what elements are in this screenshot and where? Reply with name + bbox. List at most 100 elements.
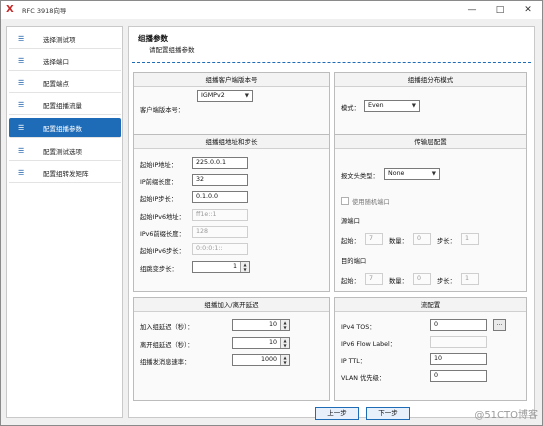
start-ip-label: 起始IP地址： xyxy=(140,162,178,169)
sidebar-item-label: 配置组播参数 xyxy=(43,124,82,133)
window-title: RFC 3918向导 xyxy=(22,7,67,15)
chevron-down-icon: ▼ xyxy=(431,171,436,177)
leave-delay-stepper[interactable]: 10 ▲ ▼ xyxy=(232,337,290,349)
prev-button[interactable]: 上一步 xyxy=(315,407,359,420)
list-icon: ☰ xyxy=(18,56,25,65)
increment-label: 组跳变步长： xyxy=(140,266,178,273)
minimize-icon[interactable]: — xyxy=(458,1,486,19)
list-icon: ☰ xyxy=(18,78,25,87)
random-port-label: 使用随机端口 xyxy=(352,199,390,206)
join-delay-stepper[interactable]: 10 ▲ ▼ xyxy=(232,319,290,331)
src-count-label: 数量： xyxy=(389,238,408,245)
ipv6-step-label: 起始IPv6步长： xyxy=(140,248,185,255)
panel-title: 组播组地址和步长 xyxy=(134,135,329,149)
close-icon[interactable]: ✕ xyxy=(514,1,542,19)
watermark: @51CTO博客 xyxy=(474,410,538,421)
list-icon: ☰ xyxy=(18,146,25,155)
src-start-label: 起始： xyxy=(341,238,360,245)
tos-edit-button[interactable]: ... xyxy=(493,319,506,331)
dst-start-label: 起始： xyxy=(341,278,360,285)
src-port-label: 源端口 xyxy=(341,218,360,225)
stream-config-panel: 流配置 IPv4 TOS： 0 ... IPv6 Flow Label： IP … xyxy=(334,297,527,401)
panel-title: 流配置 xyxy=(335,298,526,312)
ipv6-label: 起始IPv6地址： xyxy=(140,214,185,221)
dst-step-label: 步长： xyxy=(437,278,456,285)
flow-label-label: IPv6 Flow Label： xyxy=(341,341,397,348)
start-ip-input[interactable]: 225.0.0.1 xyxy=(192,157,248,169)
ttl-input[interactable]: 10 xyxy=(430,353,487,365)
header-type-select[interactable]: None ▼ xyxy=(384,168,440,180)
dst-port-label: 目的端口 xyxy=(341,258,367,265)
ttl-label: IP TTL： xyxy=(341,358,367,365)
sidebar-item-label: 配置测试选项 xyxy=(43,147,82,156)
src-step-input[interactable]: 1 xyxy=(461,233,479,245)
message-rate-label: 组播发消息速率： xyxy=(140,359,191,366)
message-rate-stepper[interactable]: 1000 ▲ ▼ xyxy=(232,354,290,366)
dst-count-input[interactable]: 0 xyxy=(413,273,431,285)
select-value: IGMPv2 xyxy=(201,92,225,99)
ipv6-prefix-input[interactable]: 128 xyxy=(192,226,248,238)
prefix-input[interactable]: 32 xyxy=(192,174,248,186)
sidebar-item-multicast-traffic[interactable]: ☰ 配置组播流量 xyxy=(9,95,121,115)
stepper-value: 1000 xyxy=(260,356,277,363)
mode-label: 模式： xyxy=(341,105,360,112)
spin-arrows-icon[interactable]: ▲ ▼ xyxy=(280,338,289,348)
sidebar-item-endpoints[interactable]: ☰ 配置端点 xyxy=(9,73,121,93)
src-start-input[interactable]: 7 xyxy=(365,233,383,245)
select-value: None xyxy=(388,170,405,177)
main-content: 组播参数 请配置组播参数 组播客户端版本号 IGMPv2 ▼ 客户端版本号： 组播… xyxy=(128,26,535,420)
sidebar-item-label: 配置组播流量 xyxy=(43,101,82,110)
next-button[interactable]: 下一步 xyxy=(366,407,410,420)
vlan-priority-input[interactable]: 0 xyxy=(430,370,487,382)
page-title: 组播参数 xyxy=(138,34,168,43)
leave-delay-label: 离开组延迟（秒）： xyxy=(140,342,194,349)
group-address-panel: 组播组地址和步长 起始IP地址： 225.0.0.1 IP前缀长度： 32 起始… xyxy=(133,134,330,292)
maximize-icon[interactable]: □ xyxy=(486,1,514,19)
random-port-checkbox[interactable] xyxy=(341,197,349,205)
sidebar-item-test-options[interactable]: ☰ 配置测试选项 xyxy=(9,141,121,161)
tos-label: IPv4 TOS： xyxy=(341,324,376,331)
spin-arrows-icon[interactable]: ▲ ▼ xyxy=(240,262,249,272)
sidebar-item-label: 选择端口 xyxy=(43,57,69,66)
ipv6-step-input[interactable]: 0:0:0:1:: xyxy=(192,243,248,255)
list-icon: ☰ xyxy=(18,123,25,132)
list-icon: ☰ xyxy=(18,100,25,109)
src-count-input[interactable]: 0 xyxy=(413,233,431,245)
tos-input[interactable]: 0 xyxy=(430,319,487,331)
panel-title: 组播客户端版本号 xyxy=(134,73,329,87)
ip-step-label: 起始IP步长： xyxy=(140,196,178,203)
list-icon: ☰ xyxy=(18,168,25,177)
flow-label-input[interactable] xyxy=(430,336,487,348)
client-version-select[interactable]: IGMPv2 ▼ xyxy=(197,90,253,102)
stepper-value: 1 xyxy=(232,263,237,270)
spin-arrows-icon[interactable]: ▲ ▼ xyxy=(280,355,289,365)
transport-panel: 传输层配置 报文头类型： None ▼ 使用随机端口 源端口 起始： 7 数量： … xyxy=(334,134,527,292)
stepper-value: 10 xyxy=(268,339,277,346)
mode-select[interactable]: Even ▼ xyxy=(364,100,420,112)
wizard-window: X RFC 3918向导 — □ ✕ ☰ 选择测试项 ☰ 选择端口 ☰ 配置端点 ☰ 配… xyxy=(0,0,543,426)
src-step-label: 步长： xyxy=(437,238,456,245)
title-bar: X RFC 3918向导 — □ ✕ xyxy=(1,1,542,19)
increment-stepper[interactable]: 1 ▲ ▼ xyxy=(192,261,250,273)
sidebar-item-multicast-params[interactable]: ☰ 配置组播参数 xyxy=(9,118,121,138)
dst-start-input[interactable]: 7 xyxy=(365,273,383,285)
sidebar-item-select-ports[interactable]: ☰ 选择端口 xyxy=(9,51,121,71)
sidebar-item-select-tests[interactable]: ☰ 选择测试项 xyxy=(9,29,121,49)
sidebar-item-label: 选择测试项 xyxy=(43,35,76,44)
panel-title: 组播组分布模式 xyxy=(335,73,526,87)
ipv6-input[interactable]: ff1e::1 xyxy=(192,209,248,221)
app-logo-icon: X xyxy=(6,4,14,15)
wizard-sidebar: ☰ 选择测试项 ☰ 选择端口 ☰ 配置端点 ☰ 配置组播流量 ☰ 配置组播参数 ☰ 配置测试… xyxy=(6,26,123,418)
prefix-label: IP前缀长度： xyxy=(140,179,178,186)
header-type-label: 报文头类型： xyxy=(341,173,379,180)
dst-count-label: 数量： xyxy=(389,278,408,285)
chevron-down-icon: ▼ xyxy=(411,103,416,109)
dst-step-input[interactable]: 1 xyxy=(461,273,479,285)
spin-arrows-icon[interactable]: ▲ ▼ xyxy=(280,320,289,330)
sidebar-item-label: 配置端点 xyxy=(43,79,69,88)
panel-title: 传输层配置 xyxy=(335,135,526,149)
ip-step-input[interactable]: 0.1.0.0 xyxy=(192,191,248,203)
panel-title: 组播加入/离开延迟 xyxy=(134,298,329,312)
client-version-label: 客户端版本号： xyxy=(140,107,185,114)
sidebar-item-forwarding-matrix[interactable]: ☰ 配置组转发矩阵 xyxy=(9,163,121,183)
